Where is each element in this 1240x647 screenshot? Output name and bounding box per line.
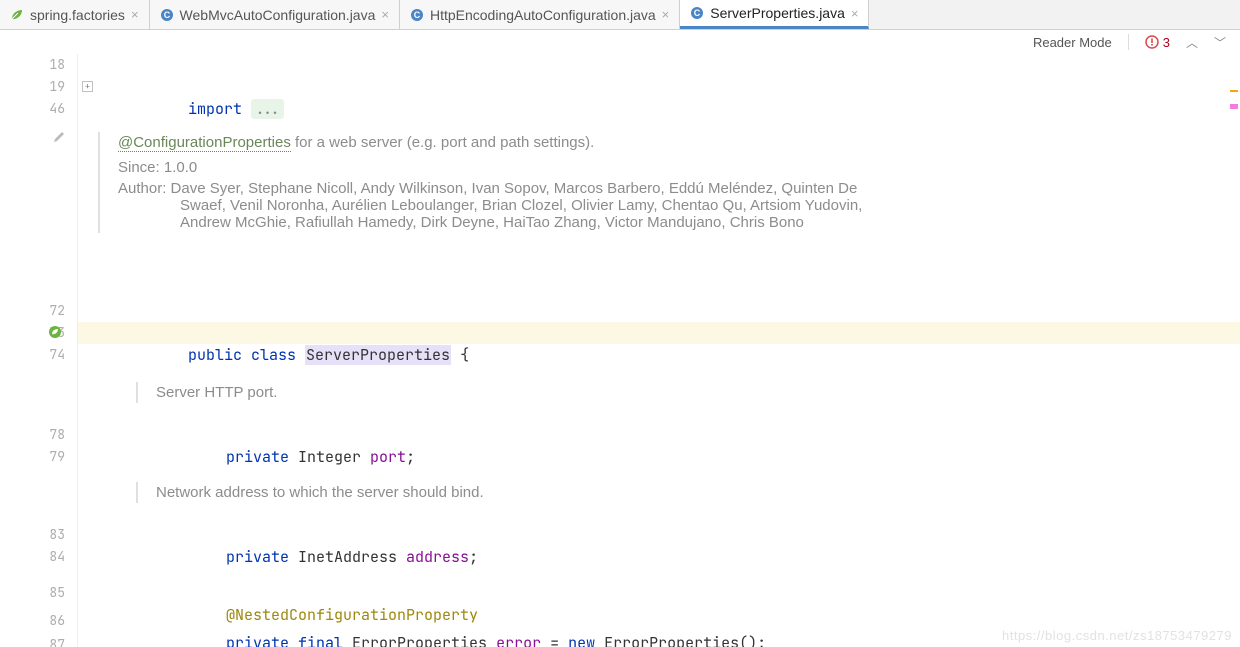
close-icon[interactable]: × (381, 7, 389, 22)
javadoc-author-label: Author: (118, 180, 166, 197)
keyword-import: import (188, 99, 251, 119)
highlight-marker-icon[interactable] (1230, 104, 1238, 109)
close-icon[interactable]: × (851, 6, 859, 21)
line-number[interactable]: 78 (0, 424, 65, 446)
javadoc-text: Network address to which the server shou… (156, 484, 1220, 501)
keyword-class: class (251, 345, 305, 365)
line-number[interactable]: 19 (0, 76, 65, 98)
tab-label: HttpEncodingAutoConfiguration.java (430, 7, 656, 23)
java-class-icon: C (410, 8, 424, 22)
error-icon (1145, 35, 1159, 49)
watermark-text: https://blog.csdn.net/zs18753479279 (1002, 628, 1232, 643)
close-icon[interactable]: × (131, 7, 139, 22)
code-line: @NestedConfigurationProperty (78, 582, 1240, 604)
javadoc-annotation-link[interactable]: @ConfigurationProperties (118, 134, 291, 152)
line-number[interactable]: 83 (0, 524, 65, 546)
tab-httpencoding-autoconfig[interactable]: C HttpEncodingAutoConfiguration.java × (400, 0, 680, 29)
code-line: import ... (78, 76, 1240, 98)
keyword-private: private (226, 447, 298, 467)
svg-text:C: C (414, 10, 421, 20)
svg-text:C: C (694, 8, 701, 18)
line-number[interactable]: 87 (0, 634, 65, 647)
fold-ellipsis[interactable]: ... (251, 99, 284, 119)
field-name: port (370, 447, 406, 467)
keyword-private: private (226, 633, 298, 647)
error-count-value: 3 (1163, 35, 1170, 50)
keyword-private: private (226, 547, 298, 567)
ide-root: spring.factories × C WebMvcAutoConfigura… (0, 0, 1240, 647)
line-gutter: 18 19 46 72 73 74 78 79 83 84 85 86 87 (0, 54, 78, 647)
tab-label: spring.factories (30, 7, 125, 23)
line-number[interactable]: 72 (0, 300, 65, 322)
error-count[interactable]: 3 (1145, 35, 1170, 50)
tab-spring-factories[interactable]: spring.factories × (0, 0, 150, 29)
java-class-icon: C (160, 8, 174, 22)
java-class-icon: C (690, 6, 704, 20)
javadoc-since-value: 1.0.0 (160, 159, 198, 176)
code-line: @ConfigurationProperties(prefix = "serve… (78, 300, 1240, 322)
close-icon[interactable]: × (662, 7, 670, 22)
code-line: private InetAddress address; (78, 524, 1240, 546)
editor-statusbar: Reader Mode 3 ︿ ﹀ (0, 30, 1240, 54)
keyword-public: public (188, 345, 251, 365)
type-name: ErrorProperties (604, 633, 739, 647)
type-name: ErrorProperties (352, 633, 496, 647)
editor-body: 18 19 46 72 73 74 78 79 83 84 85 86 87 + (0, 54, 1240, 647)
edit-pencil-icon[interactable] (52, 130, 68, 146)
reader-mode-label[interactable]: Reader Mode (1033, 35, 1112, 50)
class-name: ServerProperties (305, 345, 451, 365)
line-number[interactable]: 79 (0, 446, 65, 468)
field-name: error (496, 633, 541, 647)
spring-bean-icon[interactable] (48, 325, 64, 341)
javadoc-text: Server HTTP port. (156, 384, 1220, 401)
javadoc-since-label: Since: (118, 159, 160, 176)
code-line: private Integer port; (78, 424, 1240, 446)
warning-marker-icon[interactable] (1230, 90, 1238, 92)
type-name: InetAddress (298, 547, 406, 567)
spring-leaf-icon (10, 8, 24, 22)
line-number[interactable]: 74 (0, 344, 65, 366)
next-highlight-icon[interactable]: ﹀ (1214, 34, 1226, 51)
tab-label: ServerProperties.java (710, 5, 845, 21)
line-number[interactable]: 18 (0, 54, 65, 76)
javadoc-field-port: Server HTTP port. (136, 382, 1220, 403)
svg-text:C: C (163, 10, 170, 20)
line-number[interactable]: 84 (0, 546, 65, 568)
tab-label: WebMvcAutoConfiguration.java (180, 7, 376, 23)
code-surface[interactable]: + import ... @ConfigurationProperties fo… (78, 54, 1240, 647)
field-name: address (406, 547, 469, 567)
type-name: Integer (298, 447, 370, 467)
javadoc-class: @ConfigurationProperties for a web serve… (98, 132, 1220, 233)
line-number[interactable]: 85 (0, 582, 65, 604)
line-number[interactable]: 86 (0, 610, 65, 632)
javadoc-summary: for a web server (e.g. port and path set… (291, 134, 595, 151)
keyword-new: new (568, 633, 604, 647)
tab-webmvc-autoconfig[interactable]: C WebMvcAutoConfiguration.java × (150, 0, 400, 29)
editor-tabbar: spring.factories × C WebMvcAutoConfigura… (0, 0, 1240, 30)
javadoc-field-address: Network address to which the server shou… (136, 482, 1220, 503)
marker-strip[interactable] (1228, 84, 1240, 124)
separator (1128, 34, 1129, 50)
prev-highlight-icon[interactable]: ︿ (1186, 34, 1198, 51)
javadoc-author-value: Dave Syer, Stephane Nicoll, Andy Wilkins… (166, 180, 862, 231)
keyword-final: final (298, 633, 352, 647)
tab-serverproperties[interactable]: C ServerProperties.java × (680, 0, 869, 29)
line-number[interactable]: 46 (0, 98, 65, 120)
code-line-current: public class ServerProperties { (78, 322, 1240, 344)
